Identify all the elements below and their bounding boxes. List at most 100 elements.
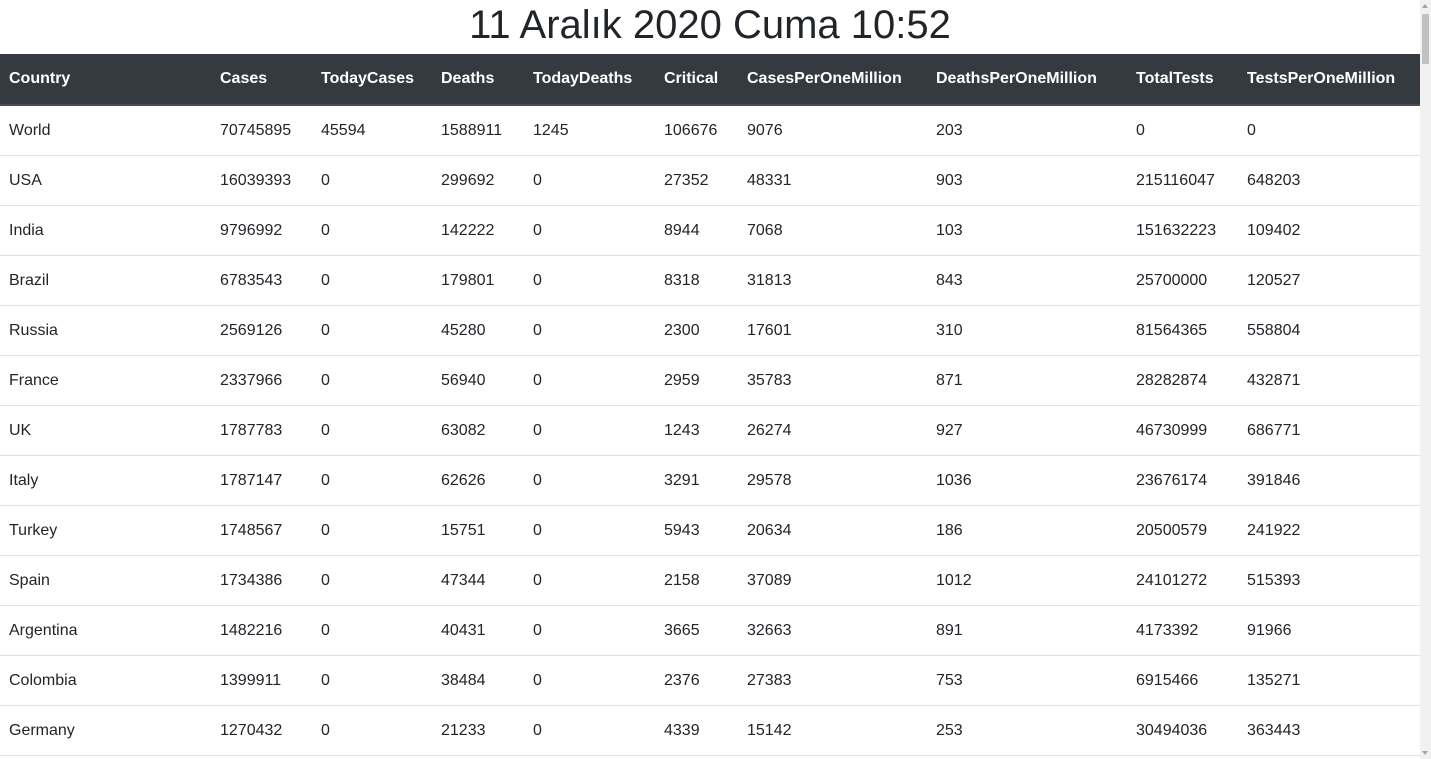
cell-today-deaths: 1245 (524, 105, 655, 156)
cell-deaths: 142222 (432, 205, 524, 256)
scrollbar-thumb[interactable] (1422, 14, 1429, 64)
cell-country: Spain (0, 555, 211, 606)
cell-tests-per-million: 432871 (1238, 355, 1420, 406)
cell-deaths-per-million: 103 (927, 205, 1127, 256)
cell-tests-per-million: 363443 (1238, 705, 1420, 756)
cell-cases: 1270432 (211, 705, 312, 756)
cell-cases: 70745895 (211, 105, 312, 156)
column-header-deaths: Deaths (432, 54, 524, 106)
table-row: France 2337966 0 56940 0 2959 35783 871 … (0, 355, 1420, 406)
cell-critical: 1243 (655, 405, 738, 456)
cell-today-deaths: 0 (524, 655, 655, 706)
column-header-deaths-per-million: DeathsPerOneMillion (927, 54, 1127, 106)
cell-today-deaths: 0 (524, 605, 655, 656)
cell-deaths-per-million: 753 (927, 655, 1127, 706)
cell-today-cases: 0 (312, 605, 432, 656)
cell-today-cases: 0 (312, 255, 432, 306)
table-body: World 70745895 45594 1588911 1245 106676… (0, 105, 1420, 756)
cell-tests-per-million: 135271 (1238, 655, 1420, 706)
cell-deaths-per-million: 903 (927, 155, 1127, 206)
cell-today-cases: 0 (312, 355, 432, 406)
column-header-tests-per-million: TestsPerOneMillion (1238, 54, 1420, 106)
cell-cases-per-million: 17601 (738, 305, 927, 356)
cell-today-cases: 0 (312, 405, 432, 456)
cell-country: Colombia (0, 655, 211, 706)
cell-cases-per-million: 29578 (738, 455, 927, 506)
cell-cases: 6783543 (211, 255, 312, 306)
cell-cases: 1787147 (211, 455, 312, 506)
cell-deaths: 40431 (432, 605, 524, 656)
cell-critical: 27352 (655, 155, 738, 206)
cell-cases: 1399911 (211, 655, 312, 706)
column-header-total-tests: TotalTests (1127, 54, 1238, 106)
cell-total-tests: 46730999 (1127, 405, 1238, 456)
cell-today-deaths: 0 (524, 355, 655, 406)
cell-deaths: 15751 (432, 505, 524, 556)
cell-tests-per-million: 515393 (1238, 555, 1420, 606)
table-row: Brazil 6783543 0 179801 0 8318 31813 843… (0, 255, 1420, 306)
cell-cases-per-million: 26274 (738, 405, 927, 456)
column-header-today-deaths: TodayDeaths (524, 54, 655, 106)
cell-country: USA (0, 155, 211, 206)
cell-total-tests: 0 (1127, 105, 1238, 156)
cell-today-deaths: 0 (524, 505, 655, 556)
cell-critical: 2158 (655, 555, 738, 606)
cell-deaths-per-million: 843 (927, 255, 1127, 306)
cell-critical: 2959 (655, 355, 738, 406)
cell-cases: 16039393 (211, 155, 312, 206)
cell-total-tests: 25700000 (1127, 255, 1238, 306)
cell-cases-per-million: 48331 (738, 155, 927, 206)
table-row: Germany 1270432 0 21233 0 4339 15142 253… (0, 705, 1420, 756)
cell-country: Argentina (0, 605, 211, 656)
cell-tests-per-million: 391846 (1238, 455, 1420, 506)
cell-critical: 5943 (655, 505, 738, 556)
cell-today-cases: 0 (312, 505, 432, 556)
cell-country: Turkey (0, 505, 211, 556)
cell-deaths-per-million: 1036 (927, 455, 1127, 506)
cell-deaths: 38484 (432, 655, 524, 706)
cell-tests-per-million: 686771 (1238, 405, 1420, 456)
cell-country: Brazil (0, 255, 211, 306)
cell-deaths-per-million: 927 (927, 405, 1127, 456)
cell-total-tests: 6915466 (1127, 655, 1238, 706)
scroll-down-arrow-icon[interactable] (1422, 751, 1428, 755)
cell-today-cases: 0 (312, 305, 432, 356)
cell-cases-per-million: 31813 (738, 255, 927, 306)
cell-country: UK (0, 405, 211, 456)
cell-today-cases: 0 (312, 555, 432, 606)
cell-deaths: 56940 (432, 355, 524, 406)
cell-total-tests: 24101272 (1127, 555, 1238, 606)
cell-deaths: 47344 (432, 555, 524, 606)
table-header-row: Country Cases TodayCases Deaths TodayDea… (0, 54, 1420, 106)
cell-today-deaths: 0 (524, 255, 655, 306)
cell-country: Germany (0, 705, 211, 756)
cell-deaths: 45280 (432, 305, 524, 356)
cell-cases: 2337966 (211, 355, 312, 406)
cell-tests-per-million: 0 (1238, 105, 1420, 156)
cell-today-deaths: 0 (524, 155, 655, 206)
cell-total-tests: 4173392 (1127, 605, 1238, 656)
scroll-up-arrow-icon[interactable] (1422, 4, 1428, 8)
covid-stats-table: Country Cases TodayCases Deaths TodayDea… (0, 54, 1420, 756)
column-header-country: Country (0, 54, 211, 106)
cell-deaths: 1588911 (432, 105, 524, 156)
cell-cases-per-million: 15142 (738, 705, 927, 756)
cell-tests-per-million: 558804 (1238, 305, 1420, 356)
cell-cases: 2569126 (211, 305, 312, 356)
cell-today-cases: 0 (312, 455, 432, 506)
cell-country: France (0, 355, 211, 406)
cell-tests-per-million: 648203 (1238, 155, 1420, 206)
cell-deaths-per-million: 1012 (927, 555, 1127, 606)
vertical-scrollbar[interactable] (1420, 0, 1431, 759)
cell-today-cases: 0 (312, 155, 432, 206)
cell-cases-per-million: 20634 (738, 505, 927, 556)
cell-deaths-per-million: 310 (927, 305, 1127, 356)
cell-cases-per-million: 9076 (738, 105, 927, 156)
cell-cases-per-million: 32663 (738, 605, 927, 656)
cell-today-deaths: 0 (524, 555, 655, 606)
table-row: Argentina 1482216 0 40431 0 3665 32663 8… (0, 605, 1420, 656)
table-row: Turkey 1748567 0 15751 0 5943 20634 186 … (0, 505, 1420, 556)
table-row: Spain 1734386 0 47344 0 2158 37089 1012 … (0, 555, 1420, 606)
cell-country: India (0, 205, 211, 256)
cell-today-deaths: 0 (524, 305, 655, 356)
